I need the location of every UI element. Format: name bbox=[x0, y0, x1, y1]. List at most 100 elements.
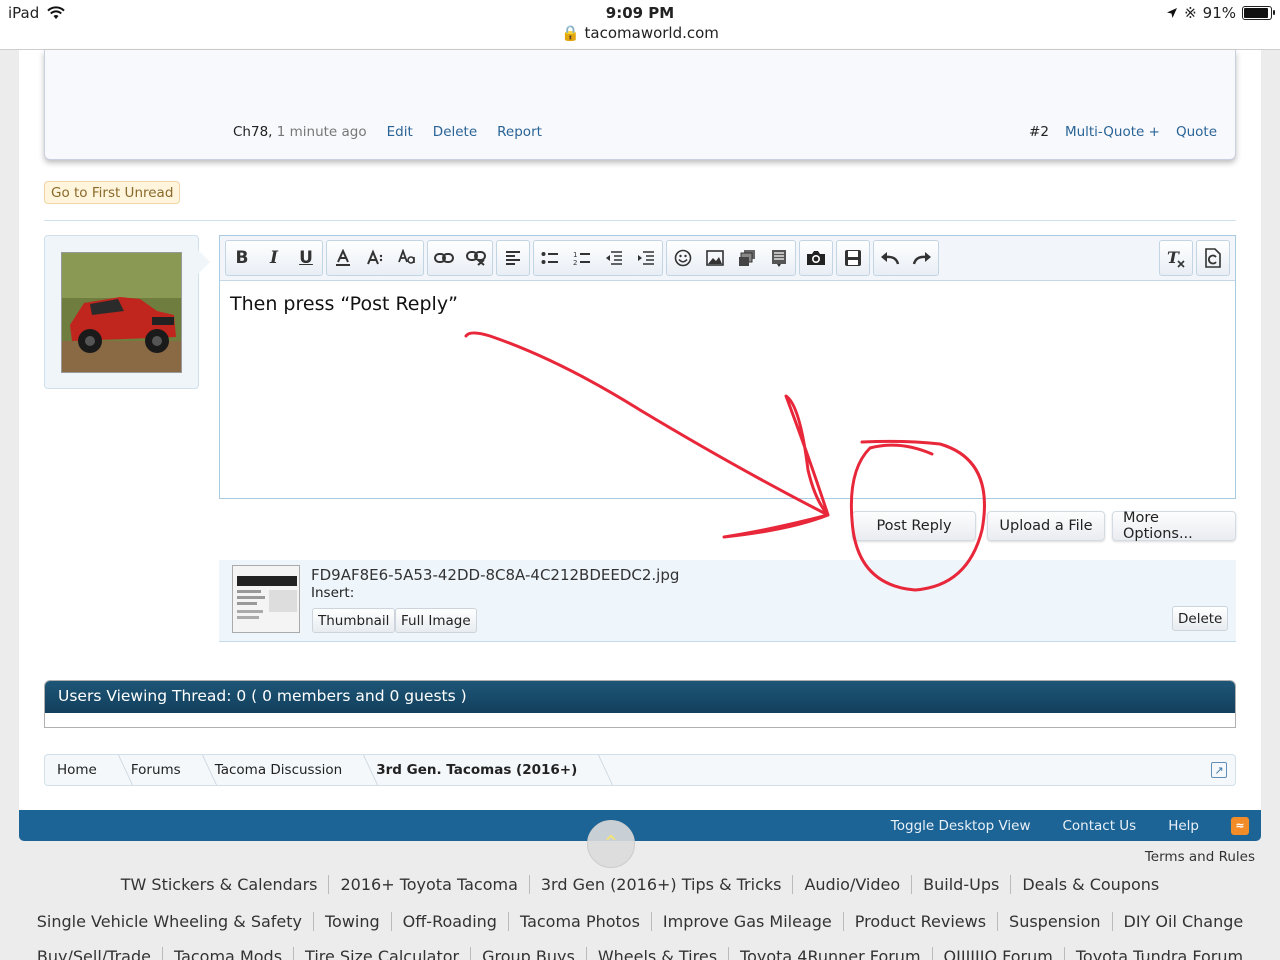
post-reply-button[interactable]: Post Reply bbox=[852, 511, 976, 541]
attachment-thumbnail[interactable] bbox=[232, 565, 300, 633]
footer-links-row-3: Buy/Sell/Trade Tacoma Mods Tire Size Cal… bbox=[0, 947, 1280, 960]
italic-icon[interactable]: I bbox=[258, 241, 290, 275]
insert-full-image-button[interactable]: Full Image bbox=[395, 608, 477, 633]
footer-link[interactable]: Tacoma Photos bbox=[509, 912, 652, 931]
attachment-filename[interactable]: FD9AF8E6-5A53-42DD-8C8A-4C212BDEEDC2.jpg bbox=[311, 566, 679, 584]
footer-link[interactable]: Improve Gas Mileage bbox=[652, 912, 844, 931]
help-link[interactable]: Help bbox=[1168, 818, 1199, 834]
font-group bbox=[326, 240, 424, 276]
forum-page: Ch78, 1 minute ago Edit Delete Report #2… bbox=[19, 50, 1261, 810]
history-group bbox=[873, 240, 939, 276]
url-text: tacomaworld.com bbox=[584, 24, 719, 42]
editor-textarea[interactable]: Then press “Post Reply” bbox=[220, 281, 1235, 327]
battery-percent: 91% bbox=[1202, 4, 1236, 22]
footer-link[interactable]: Towing bbox=[314, 912, 392, 931]
battery-level bbox=[1244, 8, 1268, 18]
underline-icon[interactable]: U bbox=[290, 241, 322, 275]
font-family-icon[interactable] bbox=[391, 241, 423, 275]
footer-link[interactable]: Toyota Tundra Forum bbox=[1065, 947, 1254, 960]
go-to-first-unread-button[interactable]: Go to First Unread bbox=[44, 181, 181, 204]
redo-icon[interactable] bbox=[906, 241, 938, 275]
text-color-icon[interactable] bbox=[327, 241, 359, 275]
media-icon[interactable] bbox=[731, 241, 763, 275]
link-group bbox=[427, 240, 493, 276]
footer-link[interactable]: Toyota 4Runner Forum bbox=[729, 947, 933, 960]
indent-icon[interactable] bbox=[630, 241, 662, 275]
breadcrumb-home[interactable]: Home bbox=[45, 755, 119, 785]
post-author[interactable]: Ch78, bbox=[233, 124, 272, 140]
footer-link[interactable]: TW Stickers & Calendars bbox=[110, 875, 330, 894]
code-icon[interactable] bbox=[763, 241, 795, 275]
edit-link[interactable]: Edit bbox=[387, 124, 413, 140]
status-time: 9:09 PM bbox=[605, 4, 675, 22]
breadcrumb: Home Forums Tacoma Discussion 3rd Gen. T… bbox=[44, 754, 1236, 786]
avatar[interactable] bbox=[61, 252, 182, 373]
breadcrumb-current[interactable]: 3rd Gen. Tacomas (2016+) bbox=[364, 755, 599, 785]
scroll-to-top-button[interactable]: ⌃ bbox=[587, 820, 635, 868]
footer-link[interactable]: DIY Oil Change bbox=[1113, 912, 1255, 931]
post-time: 1 minute ago bbox=[276, 124, 367, 140]
save-draft-icon[interactable] bbox=[837, 241, 869, 275]
footer-link[interactable]: Single Vehicle Wheeling & Safety bbox=[26, 912, 314, 931]
breadcrumb-forums[interactable]: Forums bbox=[119, 755, 203, 785]
footer-link[interactable]: Tire Size Calculator bbox=[294, 947, 472, 960]
image-icon[interactable] bbox=[699, 241, 731, 275]
users-viewing-header: Users Viewing Thread: 0 ( 0 members and … bbox=[45, 681, 1235, 713]
footer-link[interactable]: Suspension bbox=[998, 912, 1113, 931]
svg-text:1: 1 bbox=[573, 251, 577, 259]
footer-link[interactable]: Deals & Coupons bbox=[1011, 875, 1170, 894]
footer-link[interactable]: Off-Roading bbox=[392, 912, 509, 931]
previous-post: Ch78, 1 minute ago Edit Delete Report #2… bbox=[44, 50, 1236, 160]
footer-link[interactable]: Wheels & Tires bbox=[587, 947, 730, 960]
delete-link[interactable]: Delete bbox=[433, 124, 477, 140]
report-link[interactable]: Report bbox=[497, 124, 542, 140]
jump-menu-icon[interactable]: ↗ bbox=[1211, 762, 1227, 778]
attachment-row: FD9AF8E6-5A53-42DD-8C8A-4C212BDEEDC2.jpg… bbox=[219, 560, 1236, 642]
post-number[interactable]: #2 bbox=[1029, 124, 1049, 140]
footer-link[interactable]: OIIIIIIO Forum bbox=[933, 947, 1065, 960]
svg-text:T: T bbox=[1167, 248, 1180, 267]
insert-thumbnail-button[interactable]: Thumbnail bbox=[312, 608, 396, 633]
terms-link[interactable]: Terms and Rules bbox=[1145, 849, 1255, 865]
more-options-button[interactable]: More Options... bbox=[1112, 510, 1236, 542]
footer-link[interactable]: Tacoma Mods bbox=[163, 947, 295, 960]
quote-link[interactable]: Quote bbox=[1176, 124, 1217, 140]
camera-icon[interactable] bbox=[800, 241, 832, 275]
multi-quote-link[interactable]: Multi-Quote + bbox=[1065, 124, 1160, 140]
editor-toolbar: B I U 12 T bbox=[220, 236, 1235, 281]
truck-photo bbox=[62, 253, 181, 372]
breadcrumb-tacoma-discussion[interactable]: Tacoma Discussion bbox=[203, 755, 364, 785]
remove-format-group: T bbox=[1159, 240, 1193, 276]
link-icon[interactable] bbox=[428, 241, 460, 275]
footer-link[interactable]: 3rd Gen (2016+) Tips & Tricks bbox=[530, 875, 794, 894]
address-bar[interactable]: 🔒 tacomaworld.com bbox=[0, 24, 1280, 42]
footer-link[interactable]: 2016+ Toyota Tacoma bbox=[329, 875, 530, 894]
camera-group bbox=[799, 240, 833, 276]
toggle-bbcode-icon[interactable] bbox=[1197, 241, 1229, 275]
font-size-icon[interactable] bbox=[359, 241, 391, 275]
delete-attachment-button[interactable]: Delete bbox=[1172, 606, 1229, 631]
undo-icon[interactable] bbox=[874, 241, 906, 275]
remove-format-icon[interactable]: T bbox=[1160, 241, 1192, 275]
outdent-icon[interactable] bbox=[598, 241, 630, 275]
numbered-list-icon[interactable]: 12 bbox=[566, 241, 598, 275]
smilie-icon[interactable] bbox=[667, 241, 699, 275]
contact-us-link[interactable]: Contact Us bbox=[1062, 818, 1136, 834]
users-viewing-panel: Users Viewing Thread: 0 ( 0 members and … bbox=[44, 680, 1236, 728]
post-actions-right: #2 Multi-Quote + Quote bbox=[1029, 124, 1217, 140]
footer-link[interactable]: Group Buys bbox=[471, 947, 587, 960]
align-icon[interactable] bbox=[497, 241, 529, 275]
footer-link[interactable]: Build-Ups bbox=[912, 875, 1012, 894]
lock-icon: 🔒 bbox=[561, 24, 580, 42]
footer-link[interactable]: Buy/Sell/Trade bbox=[26, 947, 163, 960]
unlink-icon[interactable] bbox=[460, 241, 492, 275]
footer-link[interactable]: Product Reviews bbox=[844, 912, 999, 931]
footer-links-row-2: Single Vehicle Wheeling & Safety Towing … bbox=[0, 912, 1280, 931]
bulleted-list-icon[interactable] bbox=[534, 241, 566, 275]
upload-file-button[interactable]: Upload a File bbox=[987, 511, 1105, 541]
toggle-bbcode-group bbox=[1196, 240, 1230, 276]
footer-link[interactable]: Audio/Video bbox=[793, 875, 913, 894]
bold-icon[interactable]: B bbox=[226, 241, 258, 275]
toggle-desktop-view-link[interactable]: Toggle Desktop View bbox=[891, 818, 1031, 834]
rss-icon[interactable]: ≈ bbox=[1231, 816, 1249, 835]
